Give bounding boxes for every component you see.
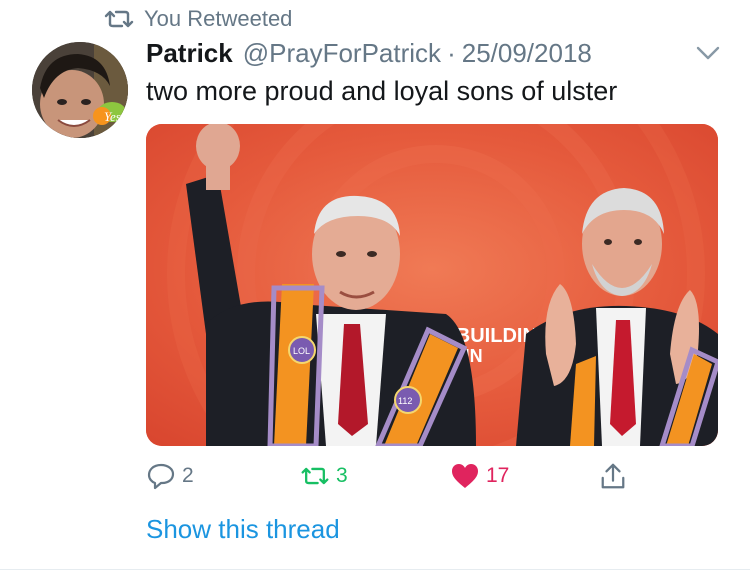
retweet-count: 3 (336, 464, 348, 487)
avatar-badge-text: Yes (104, 109, 121, 124)
reply-icon (147, 463, 175, 490)
share-icon (601, 463, 625, 489)
retweet-context: You Retweeted (104, 6, 292, 32)
avatar[interactable]: Yes (32, 42, 128, 138)
sash-badge-left: LOL (293, 346, 310, 356)
tweet-media[interactable]: REBUILDING TAIN LOL 112 (146, 124, 718, 446)
reply-button[interactable]: 2 (146, 462, 194, 490)
tweet-header: Patrick @PrayForPatrick · 25/09/2018 (146, 36, 592, 70)
tweet-date[interactable]: 25/09/2018 (462, 38, 592, 69)
media-photo: REBUILDING TAIN LOL 112 (146, 124, 718, 446)
like-count: 17 (486, 464, 510, 487)
sash-badge-number: 112 (398, 396, 412, 406)
show-thread-link[interactable]: Show this thread (146, 514, 340, 545)
chevron-down-icon[interactable] (694, 42, 722, 64)
header-separator: · (447, 37, 456, 68)
author-handle[interactable]: @PrayForPatrick (243, 38, 441, 69)
like-button[interactable]: 17 (450, 462, 509, 490)
reply-count: 2 (182, 464, 194, 487)
action-bar: 2 3 17 (0, 462, 750, 498)
tweet-text: two more proud and loyal sons of ulster (146, 76, 618, 106)
avatar-image: Yes (32, 42, 128, 138)
retweet-button[interactable]: 3 (300, 462, 348, 490)
author-name[interactable]: Patrick (146, 38, 233, 69)
share-button[interactable] (598, 462, 634, 490)
retweet-action-icon (301, 467, 329, 485)
tweet-divider (0, 569, 750, 570)
retweet-context-label: You Retweeted (144, 6, 293, 31)
heart-icon (452, 464, 478, 488)
retweet-icon (104, 10, 134, 28)
